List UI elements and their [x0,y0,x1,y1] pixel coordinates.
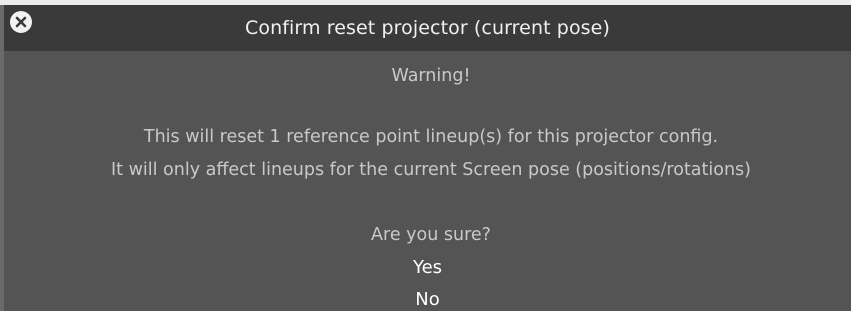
dialog-title: Confirm reset projector (current pose) [245,17,610,39]
message-line-2: It will only affect lineups for the curr… [111,160,751,180]
warning-text: Warning! [391,66,471,86]
confirm-reset-dialog: Confirm reset projector (current pose) W… [0,5,851,311]
no-button[interactable]: No [4,289,851,310]
yes-button[interactable]: Yes [4,257,851,278]
message-line-1: This will reset 1 reference point lineup… [143,127,719,147]
confirm-question: Are you sure? [371,225,491,245]
dialog-titlebar: Confirm reset projector (current pose) [4,5,851,51]
